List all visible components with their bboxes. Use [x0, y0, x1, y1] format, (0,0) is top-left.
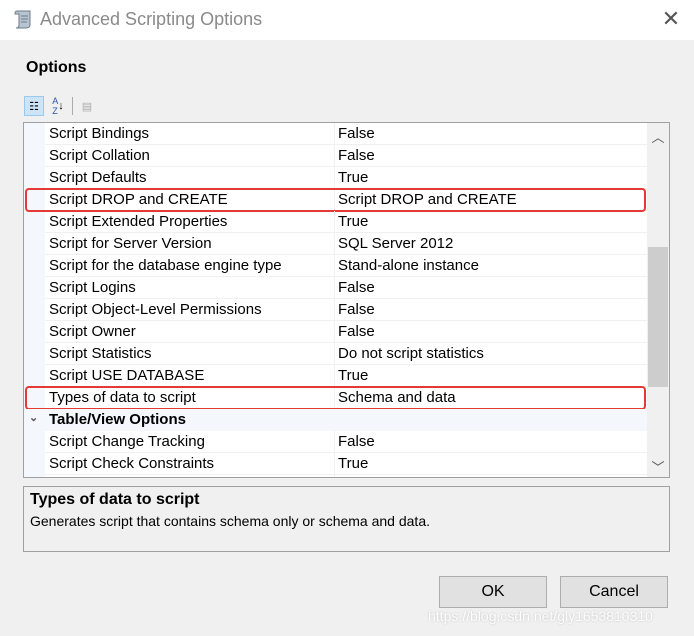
property-name: Script Owner — [49, 323, 136, 340]
property-name: Script for Server Version — [49, 235, 212, 252]
property-row[interactable]: Script Logins False — [24, 277, 647, 299]
categorized-icon: ☷ — [29, 100, 39, 113]
description-text: Generates script that contains schema on… — [30, 513, 430, 529]
property-row[interactable]: Script Object-Level Permissions False — [24, 299, 647, 321]
property-value[interactable]: Do not script statistics — [338, 345, 484, 362]
highlight-box — [25, 386, 646, 410]
property-name: Script Object-Level Permissions — [49, 301, 262, 318]
property-value[interactable]: False — [338, 433, 375, 450]
property-value[interactable]: True — [338, 213, 368, 230]
property-row[interactable]: Script Data Compression Options False — [24, 475, 647, 478]
toolbar-separator — [72, 97, 73, 115]
property-value[interactable]: False — [338, 301, 375, 318]
watermark: https://blog.csdn.net/gly1653810310 — [428, 608, 653, 624]
property-name: Script USE DATABASE — [49, 367, 205, 384]
property-grid: Script Bindings False Script Collation Fals… — [23, 122, 670, 478]
title-bar: Advanced Scripting Options ✕ — [0, 0, 694, 40]
property-name: Script Logins — [49, 279, 136, 296]
property-name: Script Check Constraints — [49, 455, 215, 472]
alphabetical-button[interactable]: A Z ↓ — [48, 96, 68, 116]
property-name: Script Bindings — [49, 125, 150, 142]
categorized-button[interactable]: ☷ — [24, 96, 44, 116]
property-row[interactable]: Script Collation False — [24, 145, 647, 167]
chevron-down-icon[interactable]: ⌄ — [29, 411, 38, 424]
options-heading: Options — [26, 59, 87, 76]
property-name: Script Collation — [49, 147, 150, 164]
property-pages-icon: ▤ — [81, 100, 93, 113]
property-value[interactable]: Stand-alone instance — [338, 257, 479, 274]
property-row[interactable]: Script Owner False — [24, 321, 647, 343]
property-row[interactable]: Script Statistics Do not script statistic… — [24, 343, 647, 365]
property-row[interactable]: Script Check Constraints True — [24, 453, 647, 475]
property-row[interactable]: Script USE DATABASE True — [24, 365, 647, 387]
alphabetical-sort-icon: AZ — [52, 96, 59, 116]
property-value[interactable]: False — [338, 477, 375, 478]
description-panel: Types of data to script Generates script… — [23, 486, 670, 552]
cancel-button[interactable]: Cancel — [560, 576, 668, 608]
category-row[interactable]: ⌄ Table/View Options — [24, 409, 647, 431]
property-row[interactable]: Script for Server Version SQL Server 2012 — [24, 233, 647, 255]
property-value[interactable]: False — [338, 147, 375, 164]
property-value[interactable]: False — [338, 279, 375, 296]
property-toolbar: ☷ A Z ↓ ▤ — [24, 96, 97, 116]
property-row[interactable]: Script Defaults True — [24, 167, 647, 189]
ok-button[interactable]: OK — [439, 576, 547, 608]
vertical-scrollbar[interactable]: ︿ ﹀ — [647, 123, 669, 477]
property-row[interactable]: Script Bindings False — [24, 123, 647, 145]
property-name: Script Data Compression Options — [49, 477, 272, 478]
description-title: Types of data to script — [30, 491, 200, 508]
property-value[interactable]: True — [338, 455, 368, 472]
property-value[interactable]: True — [338, 367, 368, 384]
property-name: Script for the database engine type — [49, 257, 282, 274]
property-row[interactable]: Script for the database engine type Stand… — [24, 255, 647, 277]
property-name: Script Extended Properties — [49, 213, 228, 230]
property-value[interactable]: SQL Server 2012 — [338, 235, 453, 252]
property-pages-button[interactable]: ▤ — [77, 96, 97, 116]
property-name: Script Statistics — [49, 345, 152, 362]
scroll-up-icon[interactable]: ︿ — [647, 127, 669, 146]
category-label: Table/View Options — [49, 411, 186, 428]
highlight-box — [25, 188, 646, 212]
property-row[interactable]: Script Extended Properties True — [24, 211, 647, 233]
scroll-down-icon[interactable]: ﹀ — [647, 457, 669, 476]
window-title: Advanced Scripting Options — [40, 9, 263, 29]
close-button[interactable]: ✕ — [658, 6, 684, 32]
property-name: Script Change Tracking — [49, 433, 205, 450]
property-value[interactable]: True — [338, 169, 368, 186]
scroll-icon — [14, 10, 31, 29]
property-row[interactable]: Script Change Tracking False — [24, 431, 647, 453]
property-value[interactable]: False — [338, 323, 375, 340]
property-value[interactable]: False — [338, 125, 375, 142]
property-name: Script Defaults — [49, 169, 147, 186]
scrollbar-thumb[interactable] — [648, 247, 668, 387]
